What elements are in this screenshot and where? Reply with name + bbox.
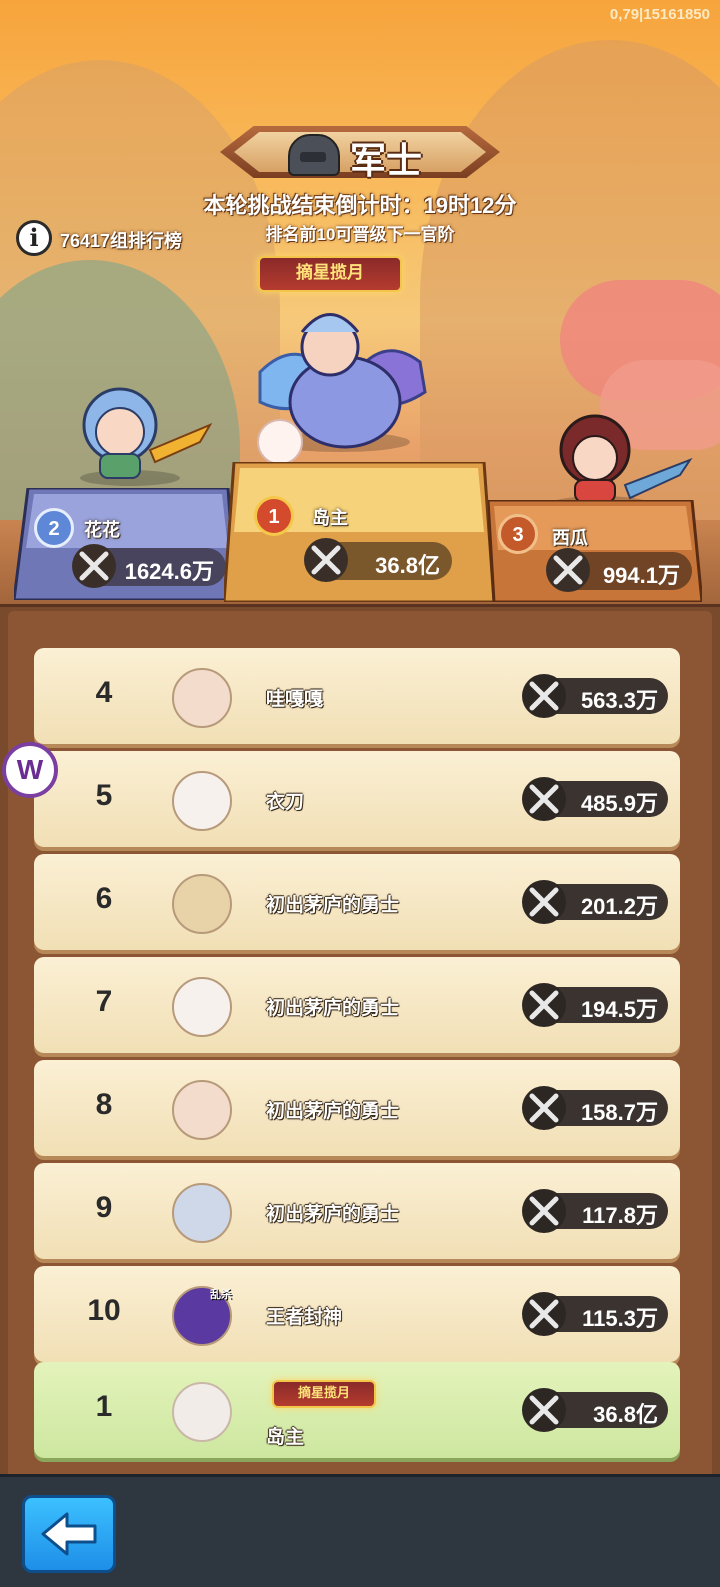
rank-number: 7 — [95, 985, 113, 1018]
power-value: 201.2万 — [522, 880, 668, 924]
player-name: 初出茅庐的勇士 — [266, 998, 400, 1019]
rank-number: 6 — [95, 882, 113, 915]
leaderboard-row[interactable]: 8 初出茅庐的勇士 158.7万 — [34, 1060, 680, 1156]
power-value: 563.3万 — [522, 674, 668, 718]
crossed-swords-icon — [522, 983, 566, 1027]
info-icon[interactable]: i — [16, 220, 52, 256]
power-value: 36.8亿 — [522, 1388, 668, 1432]
hero-second — [60, 370, 220, 490]
avatar — [172, 1080, 232, 1140]
rank-number: 9 — [95, 1191, 113, 1224]
crossed-swords-icon — [522, 1189, 566, 1233]
back-arrow-icon — [41, 1512, 97, 1556]
w-logo-icon[interactable]: W — [2, 742, 58, 798]
leaderboard-row[interactable]: 7 初出茅庐的勇士 194.5万 — [34, 957, 680, 1053]
leaderboard-row[interactable]: 4 哇嘎嘎 563.3万 — [34, 648, 680, 744]
avatar-tag: 乱杀 — [210, 1289, 232, 1301]
avatar — [172, 874, 232, 934]
leaderboard-row[interactable]: 9 初出茅庐的勇士 117.8万 — [34, 1163, 680, 1259]
power-value: 115.3万 — [522, 1292, 668, 1336]
bottom-bar — [0, 1474, 720, 1587]
first-place-name: 岛主 — [312, 508, 348, 528]
podium-first[interactable]: 1 岛主 36.8亿 — [224, 462, 494, 602]
second-place-name: 花花 — [84, 520, 120, 540]
title-badge: 摘星揽月 — [272, 1380, 376, 1408]
rank-medal-first: 1 — [254, 496, 294, 536]
rank-number: 1 — [95, 1390, 113, 1423]
crossed-swords-icon — [522, 880, 566, 924]
power-value: 485.9万 — [522, 777, 668, 821]
leaderboard-row[interactable]: 5 衣刀 485.9万 — [34, 751, 680, 847]
rank-number: 8 — [95, 1088, 113, 1121]
rank-title: 军士 — [350, 140, 423, 181]
crossed-swords-icon — [522, 1388, 566, 1432]
hero-first — [240, 292, 440, 465]
crossed-swords-icon — [522, 1292, 566, 1336]
second-place-power: 1624.6万 — [72, 544, 226, 588]
player-name: 衣刀 — [266, 792, 305, 813]
avatar — [172, 771, 232, 831]
podium-second[interactable]: 2 花花 1624.6万 — [14, 488, 236, 600]
power-value: 194.5万 — [522, 983, 668, 1027]
back-button[interactable] — [22, 1495, 116, 1573]
player-name: 初出茅庐的勇士 — [266, 895, 400, 916]
third-place-name: 西瓜 — [552, 528, 588, 548]
player-name: 岛主 — [266, 1427, 305, 1448]
power-value: 117.8万 — [522, 1189, 668, 1233]
avatar — [172, 668, 232, 728]
rank-banner: 军士 — [210, 120, 510, 184]
rank-number: 5 — [95, 779, 113, 812]
crossed-swords-icon — [304, 538, 348, 582]
rank-medal-third: 3 — [498, 514, 538, 554]
third-place-power: 994.1万 — [546, 548, 692, 592]
avatar — [172, 977, 232, 1037]
crossed-swords-icon — [546, 548, 590, 592]
player-name: 初出茅庐的勇士 — [266, 1204, 400, 1225]
crossed-swords-icon — [72, 544, 116, 588]
power-value: 158.7万 — [522, 1086, 668, 1130]
player-name: 哇嘎嘎 — [266, 689, 324, 710]
version-info: 0,79|15161850 — [609, 6, 710, 23]
rank-number: 4 — [95, 676, 113, 709]
avatar — [172, 1382, 232, 1442]
rank-number: 10 — [87, 1294, 121, 1327]
my-rank-row[interactable]: 1 摘星揽月 岛主 36.8亿 — [34, 1362, 680, 1458]
crossed-swords-icon — [522, 674, 566, 718]
crossed-swords-icon — [522, 1086, 566, 1130]
player-name: 王者封神 — [266, 1307, 343, 1328]
avatar — [172, 1183, 232, 1243]
first-place-power: 36.8亿 — [304, 538, 452, 582]
crossed-swords-icon — [522, 777, 566, 821]
title-badge: 摘星揽月 — [258, 256, 402, 292]
leaderboard-row[interactable]: 10 乱杀王者封神 115.3万 — [34, 1266, 680, 1362]
rank-medal-second: 2 — [34, 508, 74, 548]
group-leaderboard-label[interactable]: 76417组排行榜 — [60, 227, 182, 253]
player-name: 初出茅庐的勇士 — [266, 1101, 400, 1122]
podium-third[interactable]: 3 西瓜 994.1万 — [488, 500, 702, 602]
leaderboard-row[interactable]: 6 初出茅庐的勇士 201.2万 — [34, 854, 680, 950]
helmet-icon — [288, 134, 340, 176]
countdown-text: 本轮挑战结束倒计时：19时12分 — [203, 193, 517, 218]
